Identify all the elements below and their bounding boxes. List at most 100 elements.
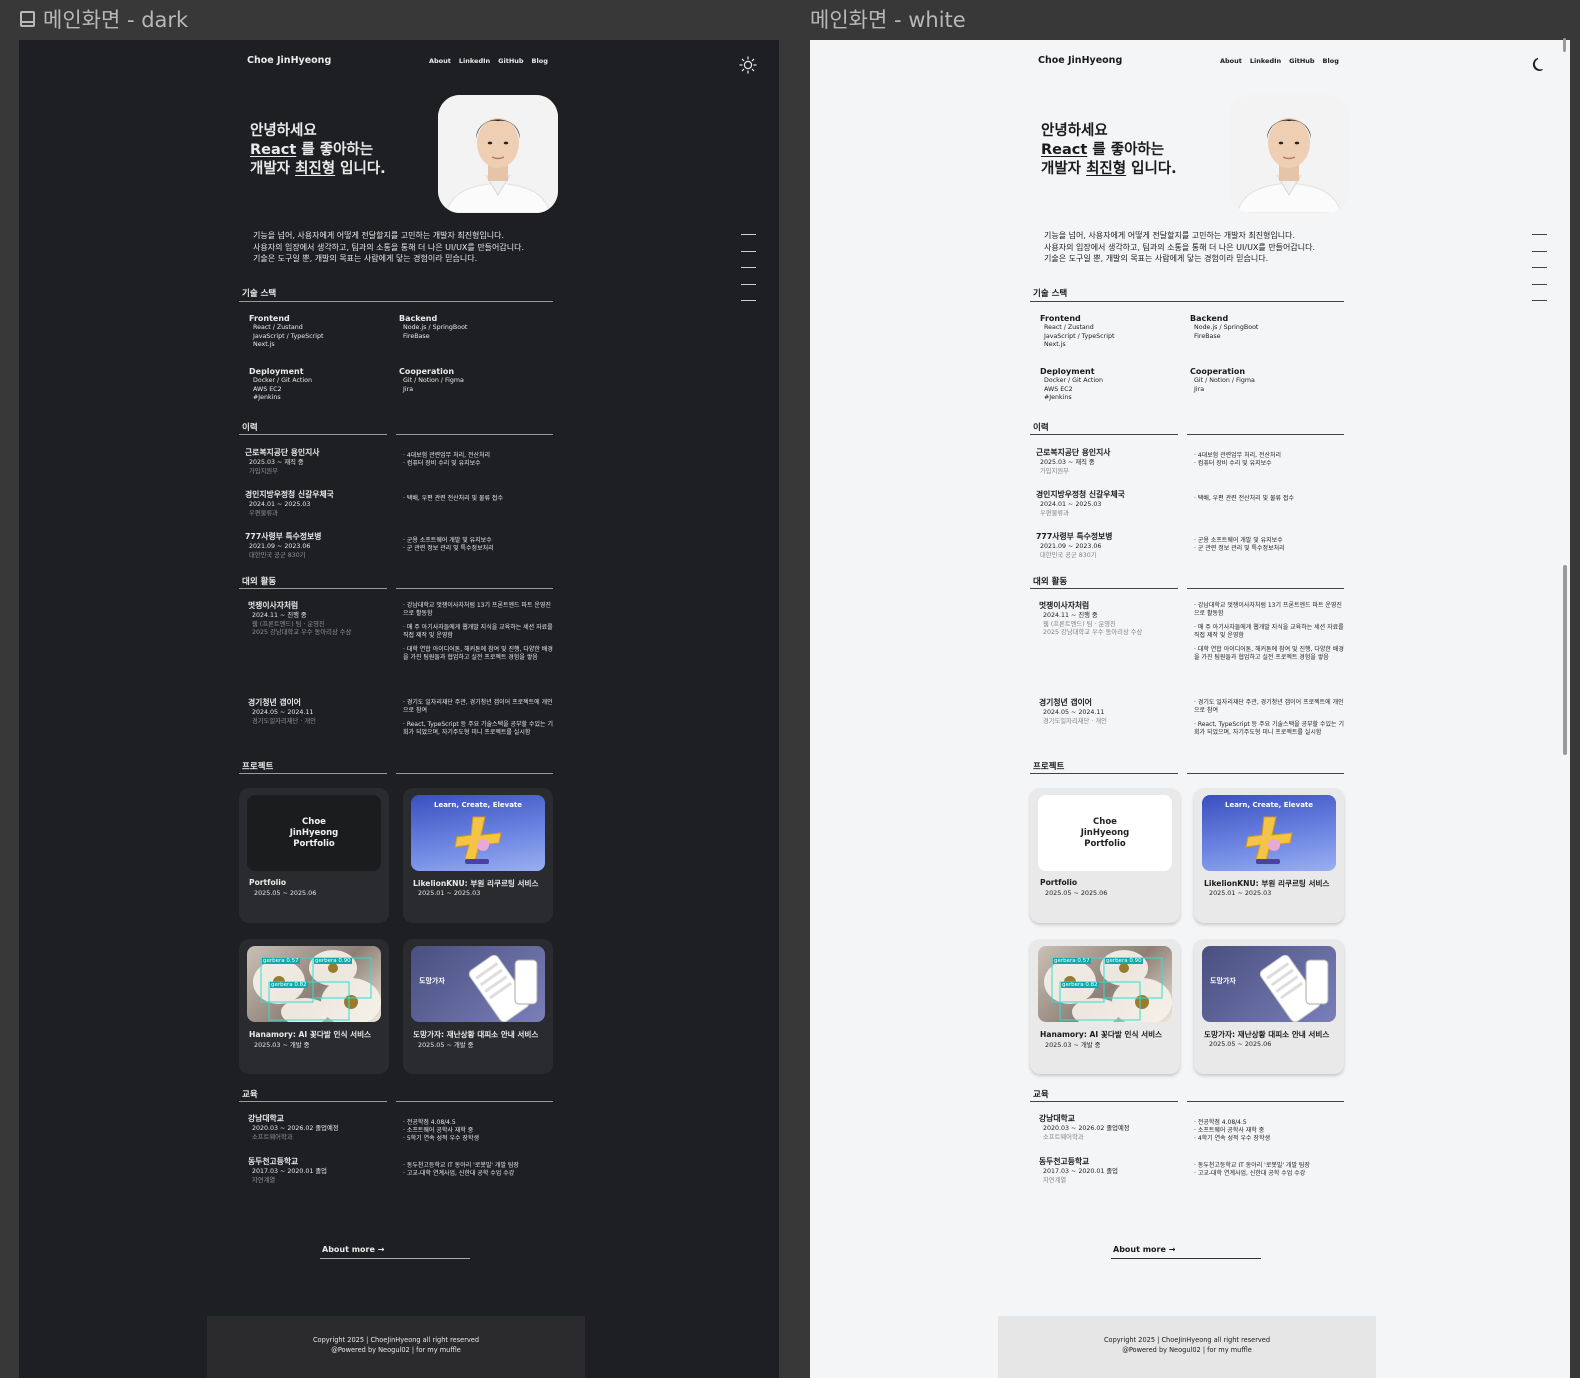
project-title: 도망가자: 재난상황 대피소 안내 서비스: [1204, 1030, 1330, 1039]
divider: [1187, 773, 1344, 774]
divider: [396, 588, 553, 589]
footer-powered: @Powered by Neogul02 | for my muffle: [331, 1345, 461, 1354]
frame-label-text: 메인화면 - white: [810, 8, 966, 32]
project-date: 2025.01 ~ 2025.03: [1209, 889, 1272, 897]
about-more-link[interactable]: About more →: [322, 1245, 384, 1254]
skill-group-title: Cooperation: [1190, 367, 1246, 376]
scrollbar-thumb-top[interactable]: [1563, 38, 1566, 52]
skill-item: Node.js / SpringBoot: [1194, 324, 1259, 332]
detection-label: gerbera 0.90: [1105, 958, 1143, 964]
hero-line-3: 개발자 최진형 입니다.: [250, 160, 386, 179]
skill-group-frontend: Frontend React / Zustand JavaScript / Ty…: [1040, 314, 1114, 349]
desc-line: · 강남대학교 멋쟁이사자처럼 13기 프론트엔드 파트 운영진으로 활동함: [1194, 602, 1342, 617]
section-nav-indicator[interactable]: [1532, 234, 1547, 317]
nav-blog[interactable]: Blog: [532, 57, 548, 65]
project-card-domanggaja[interactable]: 도망가자 도망가자: 재난상황 대피소 안내 서비스 2025.05 ~ 개발 …: [403, 939, 553, 1074]
nav-blog[interactable]: Blog: [1323, 57, 1339, 65]
activity-desc: · 강남대학교 멋쟁이사자처럼 13기 프론트엔드 파트 운영진으로 활동함 ·…: [1194, 602, 1344, 667]
education-title: 강남대학교: [1039, 1114, 1075, 1123]
desc-line: · 대학 연합 아이디어톤, 해커톤에 참여 및 진행, 다양한 배경을 가진 …: [1194, 645, 1344, 661]
career-item: 근로복지공단 용인지사 2025.03 ~ 재직 중 가입지원부: [245, 448, 399, 476]
desc-line: · 5학기 연속 성적 우수 장학생: [403, 1134, 479, 1142]
top-nav: About LinkedIn GitHub Blog: [429, 57, 548, 65]
hero-name: 최진형: [1086, 161, 1127, 177]
divider: [239, 434, 387, 435]
project-card-portfolio[interactable]: Choe JinHyeong Portfolio Portfolio 2025.…: [1030, 788, 1180, 923]
nav-about[interactable]: About: [429, 57, 451, 65]
project-card-hanamory[interactable]: gerbera 0.57 gerbera 0.90 gerbera 0.82 H…: [239, 939, 389, 1074]
desc-line: · 고교-대학 연계사업, 신한대 공학 수업 수강: [403, 1169, 515, 1177]
about-more-link[interactable]: About more →: [1113, 1245, 1175, 1254]
scrollbar-thumb[interactable]: [1563, 565, 1567, 755]
divider: [1030, 434, 1178, 435]
career-date: 2021.09 ~ 2023.06: [1040, 543, 1102, 551]
activity-desc: · 경기도 일자리재단 주관, 경기청년 갭이어 프로젝트에 개인으로 참여 ·…: [1194, 699, 1344, 743]
career-item: 근로복지공단 용인지사 2025.03 ~ 재직 중 가입지원부: [1036, 448, 1190, 476]
project-card-domanggaja[interactable]: 도망가자 도망가자: 재난상황 대피소 안내 서비스 2025.05 ~ 202…: [1194, 939, 1344, 1074]
career-sub: 대한민국 공군 830기: [1040, 551, 1097, 559]
skill-group-backend: Backend Node.js / SpringBoot FireBase: [399, 314, 467, 341]
education-item: 강남대학교 2020.03 ~ 2026.02 졸업예정 소프트웨어학과: [1039, 1114, 1193, 1142]
career-item: 경인지방우정청 신갈우체국 2024.01 ~ 2025.03 우편물류과: [1036, 490, 1190, 518]
desc-line: · 경기도 일자리재단 주관, 경기청년 갭이어 프로젝트에 개인으로 참여: [403, 699, 553, 714]
nav-linkedin[interactable]: LinkedIn: [1250, 57, 1281, 65]
project-date: 2025.05 ~ 2025.06: [1209, 1040, 1272, 1048]
divider: [396, 1101, 553, 1102]
project-card-hanamory[interactable]: gerbera 0.57 gerbera 0.90 gerbera 0.82 H…: [1030, 939, 1180, 1074]
hero-name: 최진형: [295, 161, 336, 177]
brand-name[interactable]: Choe JinHyeong: [247, 55, 331, 66]
project-card-portfolio[interactable]: Choe JinHyeong Portfolio Portfolio 2025.…: [239, 788, 389, 923]
skill-item: #Jenkins: [253, 393, 281, 401]
desc-line: · 군용 소프트웨어 개발 및 유지보수: [403, 537, 492, 544]
section-title-projects: 프로젝트: [1033, 762, 1065, 772]
hero-title: 안녕하세요 React 를 좋아하는 개발자 최진형 입니다.: [250, 122, 386, 179]
desc-line: · 전공학점 4.08/4.5: [1194, 1119, 1247, 1126]
career-title: 근로복지공단 용인지사: [245, 448, 320, 457]
intro-line: 기능을 넘어, 사용자에게 어떻게 전달할지를 고민하는 개발자 최진형입니다.: [253, 231, 505, 240]
education-title: 동두천고등학교: [1039, 1157, 1090, 1166]
nav-github[interactable]: GitHub: [498, 57, 523, 65]
career-sub: 우편물류과: [249, 509, 278, 517]
project-title: LikelionKNU: 부원 리쿠르팅 서비스: [413, 879, 539, 888]
project-thumbnail: Learn, Create, Elevate: [411, 795, 545, 871]
desc-line: · React, TypeScript 등 주요 기술스택을 공부할 수있는 기…: [1194, 720, 1344, 736]
career-sub: 가입지원부: [1040, 467, 1069, 475]
frame-icon: [20, 11, 35, 27]
brand-name[interactable]: Choe JinHyeong: [1038, 55, 1122, 66]
activity-sub: 경기도일자리재단 · 개인: [252, 717, 316, 725]
activity-date: 2024.05 ~ 2024.11: [252, 709, 314, 717]
project-title: 도망가자: 재난상황 대피소 안내 서비스: [413, 1030, 539, 1039]
desc-line: · 소프트웨어 공학사 재학 중: [1194, 1126, 1265, 1134]
project-date: 2025.01 ~ 2025.03: [418, 889, 481, 897]
about-more-underline: [320, 1258, 470, 1259]
nav-about[interactable]: About: [1220, 57, 1242, 65]
education-title: 동두천고등학교: [248, 1157, 299, 1166]
nav-github[interactable]: GitHub: [1289, 57, 1314, 65]
skill-item: #Jenkins: [1044, 393, 1072, 401]
desc-line: · 4학기 연속 성적 우수 장학생: [1194, 1134, 1270, 1142]
hero-react: React: [250, 142, 297, 158]
project-card-likelion[interactable]: Learn, Create, Elevate LikelionKNU: 부원 리…: [1194, 788, 1344, 923]
activity-item: 경기청년 갭이어 2024.05 ~ 2024.11 경기도일자리재단 · 개인: [1039, 698, 1193, 726]
section-nav-indicator[interactable]: [741, 234, 756, 317]
section-title-skills: 기술 스택: [1033, 289, 1068, 299]
career-desc: · 4대보험 관련업무 처리, 전산처리 · 컴퓨터 장비 수리 및 유지보수: [1194, 452, 1344, 468]
moon-icon[interactable]: [1530, 56, 1548, 74]
hero-title: 안녕하세요 React 를 좋아하는 개발자 최진형 입니다.: [1041, 122, 1177, 179]
section-title-activities: 대외 활동: [242, 577, 277, 587]
hero-line-3-a: 개발자: [250, 161, 296, 177]
section-title-projects: 프로젝트: [242, 762, 274, 772]
desc-line: · 택배, 우편 관련 전산처리 및 물류 접수: [1194, 495, 1294, 502]
project-card-likelion[interactable]: Learn, Create, Elevate LikelionKNU: 부원 리…: [403, 788, 553, 923]
education-sub: 자연계열: [1043, 1176, 1067, 1184]
desc-line: · React, TypeScript 등 주요 기술스택을 공부할 수있는 기…: [403, 720, 553, 736]
intro-line: 기술은 도구일 뿐, 개발의 목표는 사람에게 닿는 경험이라 믿습니다.: [253, 254, 478, 263]
activity-title: 멋쟁이사자처럼: [248, 601, 299, 610]
sun-icon[interactable]: [739, 56, 757, 74]
desc-line: · 고교-대학 연계사업, 신한대 공학 수업 수강: [1194, 1169, 1306, 1177]
hero-line-1: 안녕하세요: [1041, 123, 1108, 139]
nav-linkedin[interactable]: LinkedIn: [459, 57, 490, 65]
desc-line: · 컴퓨터 장비 수리 및 유지보수: [403, 459, 481, 467]
skill-item: FireBase: [403, 332, 430, 340]
desc-line: · 택배, 우편 관련 전산처리 및 물류 접수: [403, 495, 503, 502]
